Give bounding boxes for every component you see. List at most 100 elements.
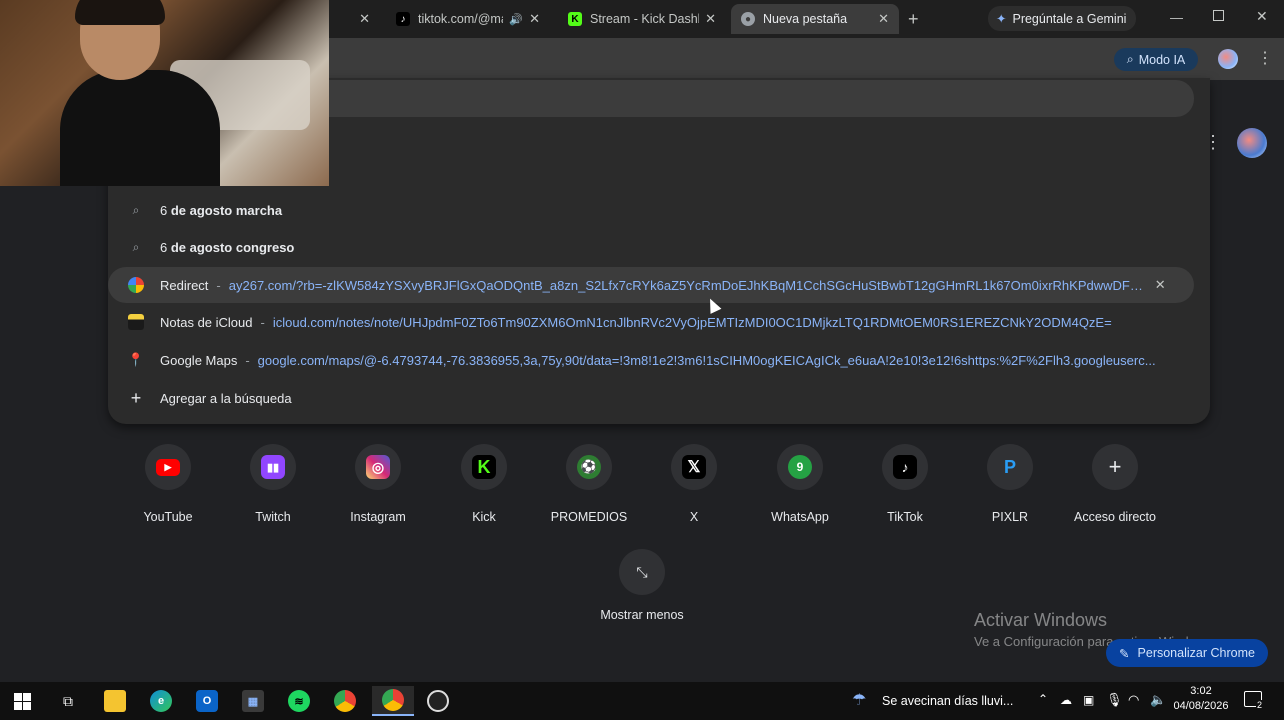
remove-suggestion-icon[interactable]: ✕	[1155, 277, 1166, 293]
collapse-icon: ⤡	[636, 563, 648, 580]
start-button[interactable]	[4, 686, 40, 716]
gemini-button-label: Pregúntale a Gemini	[1012, 11, 1127, 26]
shortcut-label: TikTok	[887, 510, 923, 524]
minimize-button[interactable]: —	[1170, 10, 1183, 25]
shortcut-circle: ▶	[145, 444, 191, 490]
suggestion-add-search[interactable]: + Agregar a la búsqueda	[108, 380, 1210, 416]
cloud-icon[interactable]: ☁	[1060, 693, 1072, 707]
shortcut-youtube[interactable]: ▶ YouTube	[118, 444, 218, 524]
modo-ia-button[interactable]: ⌕ Modo IA	[1114, 48, 1198, 71]
taskbar-explorer[interactable]	[97, 686, 133, 716]
close-tab-icon[interactable]: ✕	[878, 11, 889, 27]
suggestion-title: Redirect	[160, 277, 209, 293]
taskbar-chrome[interactable]	[327, 686, 363, 716]
taskbar-obs[interactable]	[420, 686, 456, 716]
twitch-icon: ▮▮	[261, 455, 285, 479]
microphone-icon[interactable]: 🎙	[1106, 692, 1123, 708]
suggestion-search[interactable]: ⌕ 6 de agosto congreso	[108, 229, 1210, 265]
suggestion-redirect[interactable]: Redirect - ay267.com/?rb=-zlKW584zYSXvyB…	[108, 267, 1194, 303]
promedios-icon: ⚽	[577, 455, 601, 479]
person-hair	[75, 0, 165, 25]
shortcut-whatsapp[interactable]: 9 WhatsApp	[750, 444, 850, 524]
close-tab-icon[interactable]: ✕	[529, 11, 540, 27]
clock[interactable]: 3:02 04/08/2026	[1172, 685, 1230, 712]
tab-tiktok[interactable]: ♪ tiktok.com/@mar 🔊 ✕	[386, 4, 550, 34]
shortcut-label: WhatsApp	[771, 510, 829, 524]
new-tab-button[interactable]: +	[908, 9, 919, 30]
maximize-button[interactable]	[1213, 10, 1224, 21]
profile-avatar[interactable]	[1218, 49, 1238, 69]
webcam-overlay	[0, 0, 329, 186]
tiktok-icon: ♪	[893, 455, 917, 479]
task-view-icon: ⧉	[63, 692, 73, 709]
device-icon[interactable]: ▣	[1083, 693, 1094, 707]
shortcut-label: PROMEDIOS	[550, 510, 628, 524]
show-less-button[interactable]: ⤡	[619, 549, 665, 595]
shortcut-circle: ⚽	[566, 444, 612, 490]
gemini-button[interactable]: ✦ Pregúntale a Gemini	[988, 6, 1136, 31]
chrome-icon	[382, 689, 404, 711]
shortcut-add[interactable]: + Acceso directo	[1065, 444, 1165, 524]
separator: -	[260, 314, 265, 330]
shortcut-circle: 𝕏	[671, 444, 717, 490]
suggestion-search[interactable]: ⌕ 6 de agosto marcha	[108, 192, 1210, 228]
shortcut-circle: ▮▮	[250, 444, 296, 490]
suggestion-icloud[interactable]: Notas de iCloud - icloud.com/notes/note/…	[108, 304, 1210, 340]
tab-kick[interactable]: K Stream - Kick Dashbo ✕	[558, 4, 726, 34]
ntp-avatar[interactable]	[1237, 128, 1267, 158]
tab-new-tab[interactable]: ● Nueva pestaña ✕	[731, 4, 899, 34]
whatsapp-icon: 9	[788, 455, 812, 479]
pixlr-icon: P	[1003, 456, 1016, 477]
show-less-label: Mostrar menos	[600, 608, 684, 622]
search-icon: ⌕	[132, 239, 140, 254]
suggestion-text: 6 de agosto marcha	[160, 202, 283, 218]
chevron-up-icon[interactable]: ⌃	[1038, 692, 1048, 706]
shortcut-pixlr[interactable]: P PIXLR	[960, 444, 1060, 524]
obs-icon	[427, 690, 449, 712]
plus-icon: +	[130, 387, 142, 408]
shortcut-label: Instagram	[350, 510, 406, 524]
close-window-button[interactable]: ✕	[1256, 8, 1268, 25]
shortcut-circle: ♪	[882, 444, 928, 490]
shortcut-circle: ◎	[355, 444, 401, 490]
shortcut-tiktok[interactable]: ♪ TikTok	[855, 444, 955, 524]
taskbar-chrome-active[interactable]	[372, 686, 414, 716]
customize-chrome-button[interactable]: ✎ Personalizar Chrome	[1106, 639, 1268, 667]
kick-icon: K	[568, 12, 582, 26]
taskbar-outlook[interactable]: O	[189, 686, 225, 716]
taskbar-edge[interactable]: e	[143, 686, 179, 716]
suggestion-maps[interactable]: 📍 Google Maps - google.com/maps/@-6.4793…	[108, 342, 1210, 378]
task-view-button[interactable]: ⧉	[50, 686, 86, 716]
activate-windows-title: Activar Windows	[974, 610, 1108, 630]
maps-pin-icon: 📍	[127, 352, 145, 367]
shortcut-twitch[interactable]: ▮▮ Twitch	[223, 444, 323, 524]
close-tab-icon[interactable]: ✕	[705, 11, 716, 27]
tab-hidden[interactable]: ✕	[330, 4, 380, 34]
weather-text[interactable]: Se avecinan días lluvi...	[882, 694, 1013, 708]
gemini-spark-icon: ✦	[996, 12, 1007, 26]
taskbar-spotify[interactable]: ≋	[281, 686, 317, 716]
shortcut-kick[interactable]: K Kick	[434, 444, 534, 524]
customize-chrome-label: Personalizar Chrome	[1137, 646, 1255, 660]
volume-icon[interactable]: 🔈	[1150, 692, 1166, 708]
separator: -	[216, 277, 221, 293]
shortcut-instagram[interactable]: ◎ Instagram	[328, 444, 428, 524]
shortcut-circle: P	[987, 444, 1033, 490]
youtube-icon: ▶	[156, 458, 180, 476]
shortcut-promedios[interactable]: ⚽ PROMEDIOS	[539, 444, 639, 524]
shortcut-circle: K	[461, 444, 507, 490]
tab-title: tiktok.com/@mar	[418, 12, 504, 26]
taskbar: ⧉ e O ▦ ≋ ☂ Se avecinan días lluvi... ⌃ …	[0, 682, 1284, 720]
close-tab-icon[interactable]: ✕	[359, 11, 370, 27]
speaker-icon[interactable]: 🔊	[509, 13, 523, 26]
notification-count: 2	[1256, 700, 1264, 710]
shortcut-label: PIXLR	[991, 510, 1029, 524]
icloud-notes-icon	[128, 314, 144, 330]
shortcut-label: Acceso directo	[1074, 510, 1156, 524]
wifi-icon[interactable]: ◠	[1128, 692, 1139, 708]
shortcut-circle: 9	[777, 444, 823, 490]
shortcut-x[interactable]: 𝕏 X	[644, 444, 744, 524]
outlook-icon: O	[196, 690, 218, 712]
taskbar-store[interactable]: ▦	[235, 686, 271, 716]
menu-kebab-icon[interactable]: ⋮	[1257, 48, 1273, 68]
